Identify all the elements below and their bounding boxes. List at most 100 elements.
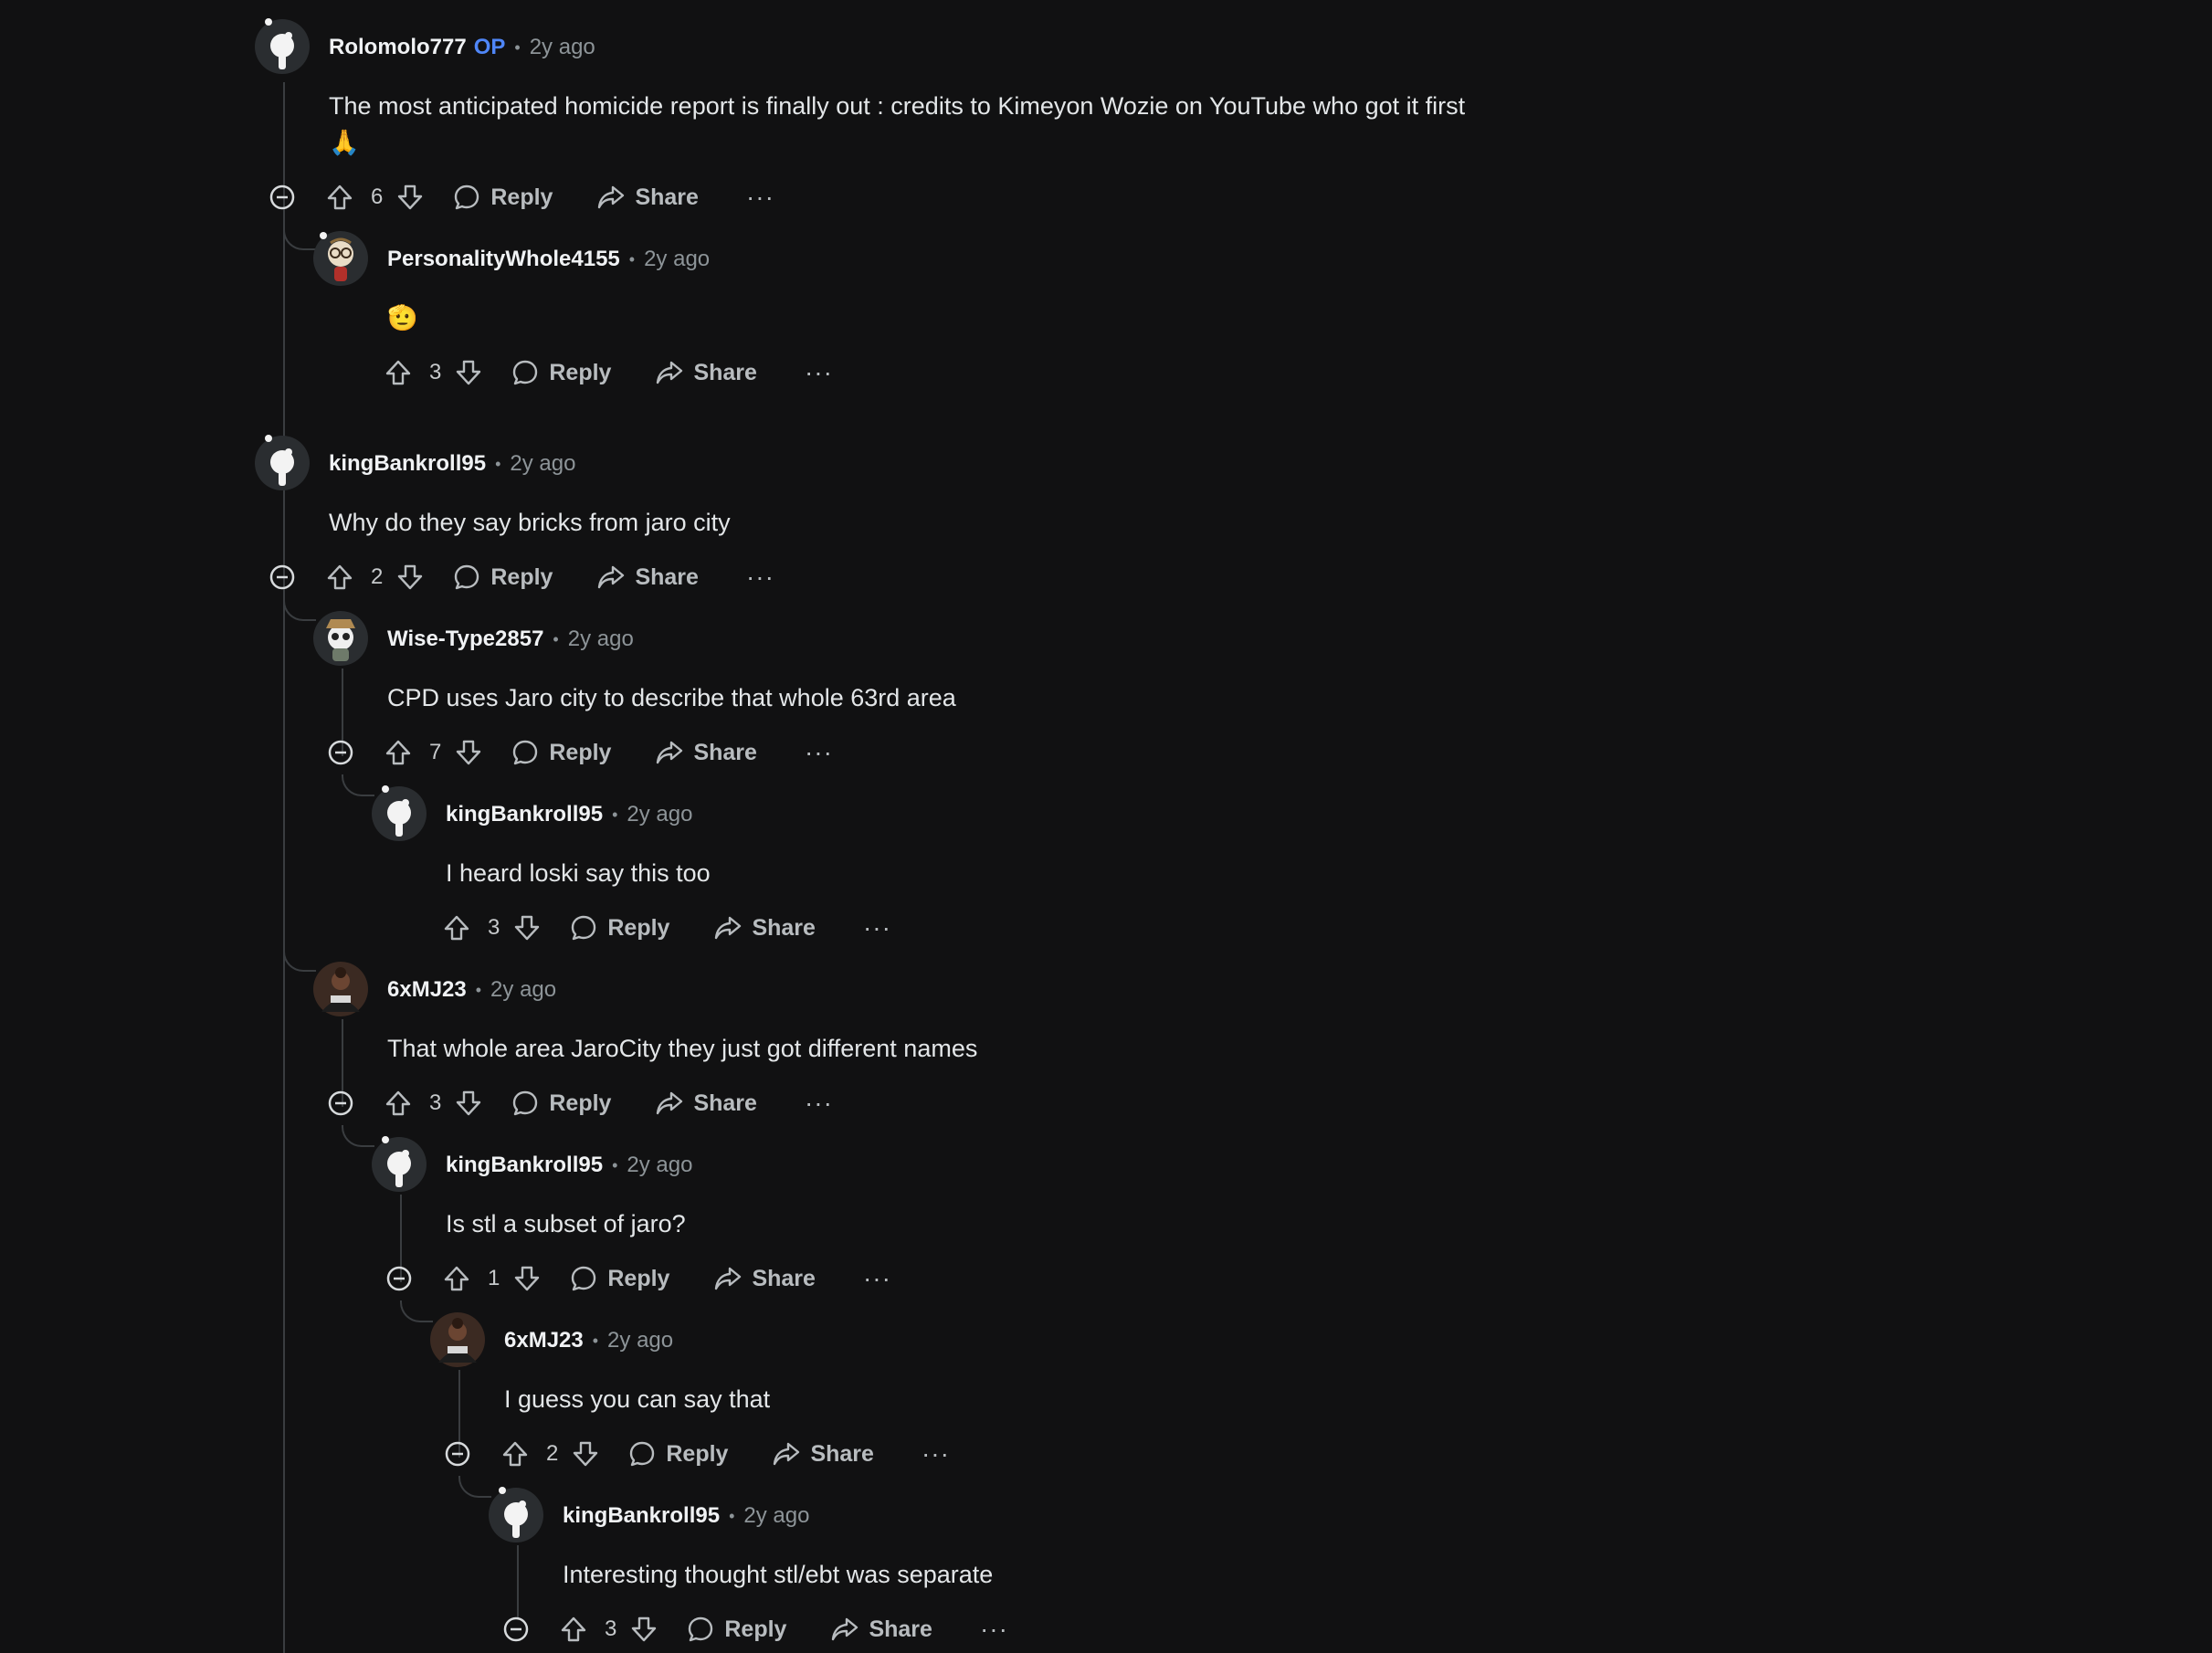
timestamp[interactable]: 2y ago [568, 626, 634, 652]
more-options-button[interactable]: ··· [922, 1441, 950, 1467]
more-options-button[interactable]: ··· [805, 740, 833, 765]
comment-meta: PersonalityWhole4155 • 2y ago [387, 245, 710, 274]
upvote-icon[interactable] [442, 1264, 471, 1293]
vote-group: 2 [500, 1439, 600, 1469]
share-button[interactable]: Share [772, 1439, 874, 1469]
more-options-button[interactable]: ··· [746, 184, 774, 210]
upvote-icon[interactable] [384, 1089, 413, 1118]
comment-meta: 6xMJ23 • 2y ago [387, 975, 556, 1005]
more-options-button[interactable]: ··· [980, 1616, 1008, 1642]
collapse-button[interactable] [327, 739, 354, 766]
comment-meta: kingBankroll95 • 2y ago [329, 449, 575, 479]
collapse-button[interactable] [327, 1090, 354, 1117]
more-options-button[interactable]: ··· [805, 1090, 833, 1116]
upvote-icon[interactable] [384, 358, 413, 387]
share-button[interactable]: Share [596, 183, 699, 212]
comment-actions: 1 Reply Share ··· [385, 1258, 891, 1299]
vote-group: 2 [325, 563, 425, 592]
upvote-icon[interactable] [325, 183, 354, 212]
vote-group: 7 [384, 738, 483, 767]
share-label: Share [752, 1265, 816, 1291]
user-avatar[interactable] [429, 1311, 486, 1368]
user-avatar[interactable] [371, 1136, 427, 1193]
reply-button[interactable]: Reply [452, 563, 553, 592]
share-button[interactable]: Share [830, 1615, 932, 1644]
timestamp[interactable]: 2y ago [490, 977, 556, 1003]
collapse-button[interactable] [444, 1440, 471, 1468]
share-button[interactable]: Share [655, 738, 757, 767]
user-avatar[interactable] [254, 18, 311, 75]
downvote-icon[interactable] [395, 563, 425, 592]
share-button[interactable]: Share [596, 563, 699, 592]
reply-button[interactable]: Reply [511, 738, 611, 767]
username-link[interactable]: kingBankroll95 [329, 451, 486, 477]
vote-count: 2 [371, 564, 384, 589]
upvote-icon[interactable] [384, 738, 413, 767]
more-options-button[interactable]: ··· [746, 564, 774, 590]
username-link[interactable]: kingBankroll95 [446, 1153, 603, 1178]
username-link[interactable]: Rolomolo777 [329, 35, 467, 60]
collapse-button[interactable] [269, 563, 296, 591]
user-avatar[interactable] [371, 785, 427, 842]
comment-meta: Wise-Type2857 • 2y ago [387, 625, 634, 654]
comment-text: That whole area JaroCity they just got d… [387, 1035, 978, 1062]
timestamp[interactable]: 2y ago [627, 1153, 692, 1178]
username-link[interactable]: kingBankroll95 [563, 1503, 720, 1529]
vote-count: 2 [546, 1441, 559, 1466]
comment-body: CPD uses Jaro city to describe that whol… [387, 679, 956, 716]
downvote-icon[interactable] [454, 1089, 483, 1118]
user-avatar[interactable] [254, 435, 311, 491]
reply-button[interactable]: Reply [569, 1264, 669, 1293]
timestamp[interactable]: 2y ago [644, 247, 710, 272]
reply-button[interactable]: Reply [686, 1615, 786, 1644]
share-button[interactable]: Share [713, 1264, 816, 1293]
timestamp[interactable]: 2y ago [607, 1328, 673, 1353]
user-avatar[interactable] [312, 610, 369, 667]
downvote-icon[interactable] [454, 738, 483, 767]
upvote-icon[interactable] [559, 1615, 588, 1644]
downvote-icon[interactable] [629, 1615, 658, 1644]
thread-connector [283, 950, 316, 972]
more-options-button[interactable]: ··· [863, 1266, 891, 1291]
reply-button[interactable]: Reply [511, 1089, 611, 1118]
username-link[interactable]: 6xMJ23 [387, 977, 467, 1003]
timestamp[interactable]: 2y ago [530, 35, 595, 60]
user-avatar[interactable] [312, 230, 369, 287]
timestamp[interactable]: 2y ago [627, 802, 692, 827]
username-link[interactable]: 6xMJ23 [504, 1328, 584, 1353]
share-button[interactable]: Share [655, 358, 757, 387]
upvote-icon[interactable] [442, 913, 471, 942]
reply-button[interactable]: Reply [569, 913, 669, 942]
collapse-button[interactable] [385, 1265, 413, 1292]
downvote-icon[interactable] [571, 1439, 600, 1469]
upvote-icon[interactable] [325, 563, 354, 592]
username-link[interactable]: kingBankroll95 [446, 802, 603, 827]
timestamp[interactable]: 2y ago [743, 1503, 809, 1529]
downvote-icon[interactable] [512, 913, 542, 942]
comment-actions: 2 Reply Share ··· [269, 557, 774, 597]
share-button[interactable]: Share [655, 1089, 757, 1118]
user-avatar[interactable] [488, 1487, 544, 1543]
upvote-icon[interactable] [500, 1439, 530, 1469]
user-avatar[interactable] [312, 961, 369, 1017]
separator-dot: • [553, 629, 559, 648]
username-link[interactable]: Wise-Type2857 [387, 626, 543, 652]
timestamp[interactable]: 2y ago [510, 451, 575, 477]
comment-actions: 3 Reply Share ··· [385, 908, 891, 948]
collapse-button[interactable] [502, 1616, 530, 1643]
reply-button[interactable]: Reply [452, 183, 553, 212]
more-options-button[interactable]: ··· [863, 915, 891, 941]
reply-button[interactable]: Reply [627, 1439, 728, 1469]
downvote-icon[interactable] [454, 358, 483, 387]
collapse-button[interactable] [269, 184, 296, 211]
comment-meta: kingBankroll95 • 2y ago [563, 1501, 809, 1531]
share-button[interactable]: Share [713, 913, 816, 942]
reply-bubble-icon [513, 740, 538, 765]
comment-text: I guess you can say that [504, 1385, 771, 1413]
op-badge: OP [473, 35, 506, 59]
downvote-icon[interactable] [512, 1264, 542, 1293]
reply-button[interactable]: Reply [511, 358, 611, 387]
username-link[interactable]: PersonalityWhole4155 [387, 247, 620, 272]
downvote-icon[interactable] [395, 183, 425, 212]
more-options-button[interactable]: ··· [805, 360, 833, 385]
